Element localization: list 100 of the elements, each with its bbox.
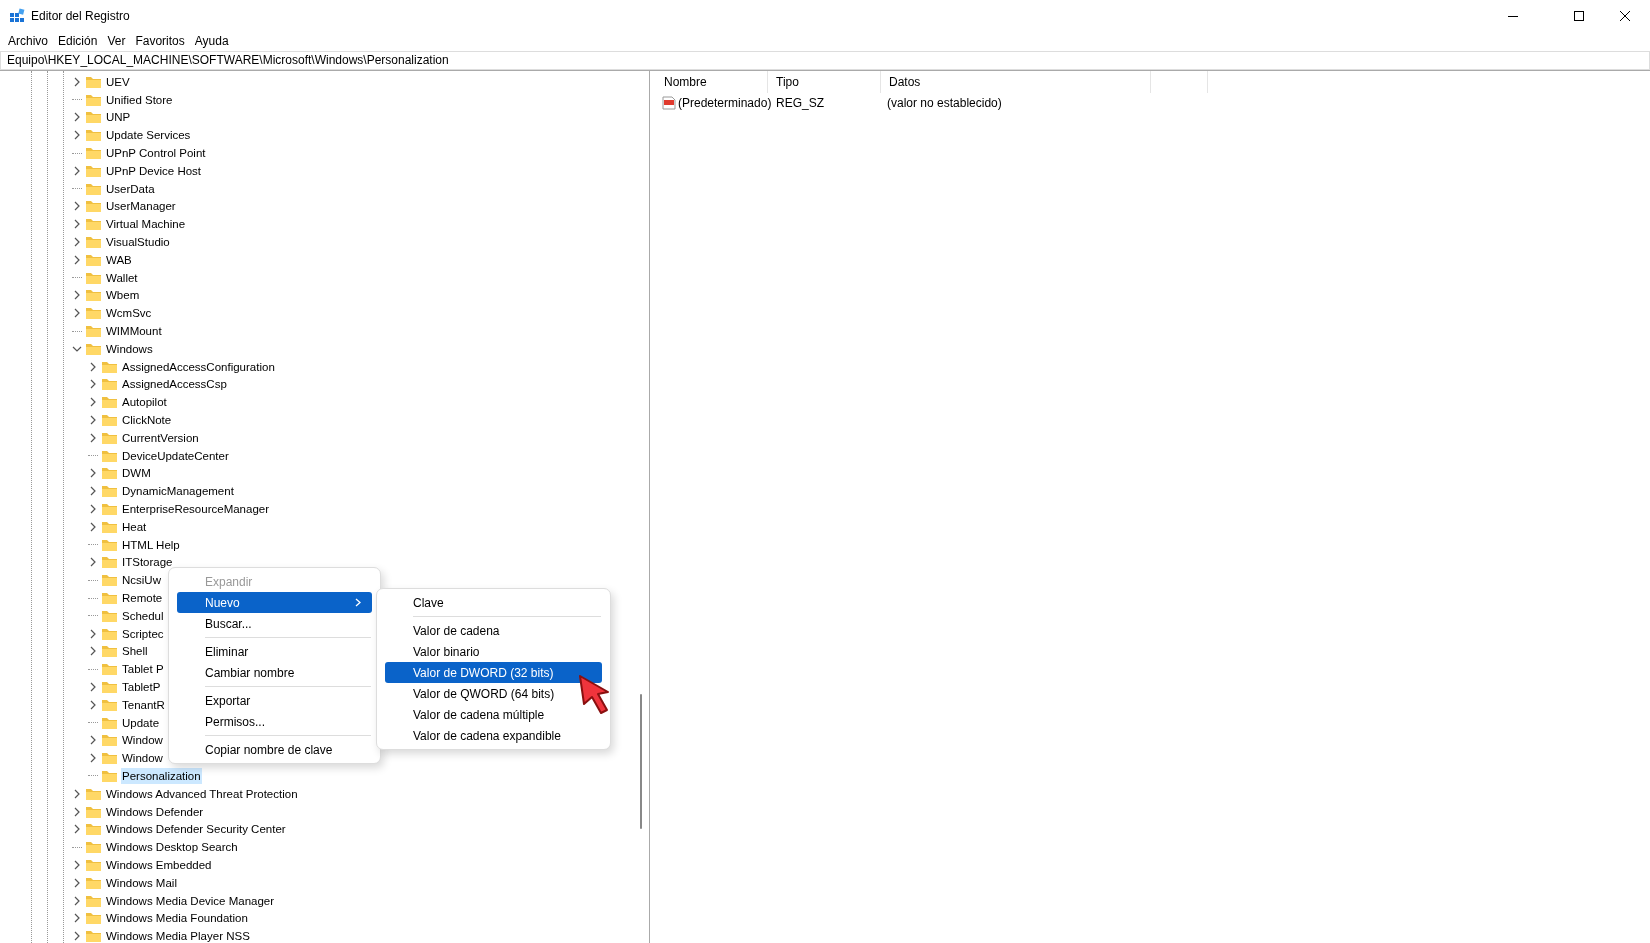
menu-item[interactable]: Valor de cadena expandible [385, 725, 602, 746]
tree-item[interactable]: UNP [105, 109, 132, 126]
tree-item[interactable]: UPnP Control Point [105, 145, 207, 162]
tree-item[interactable]: AssignedAccessConfiguration [121, 358, 276, 375]
tree-item[interactable]: Windows Media Device Manager [105, 892, 276, 909]
chevron-icon[interactable] [72, 806, 82, 817]
menu-item[interactable]: Valor binario [385, 641, 602, 662]
chevron-icon[interactable] [72, 931, 82, 942]
chevron-icon[interactable] [72, 290, 82, 301]
chevron-icon[interactable] [72, 201, 82, 212]
chevron-icon[interactable] [72, 859, 82, 870]
address-bar[interactable]: Equipo\HKEY_LOCAL_MACHINE\SOFTWARE\Microsoft\Windows\Personalization [0, 51, 1650, 70]
chevron-icon[interactable] [72, 219, 82, 230]
chevron-icon[interactable] [88, 628, 98, 639]
chevron-icon[interactable] [72, 237, 82, 248]
menu-item[interactable]: Valor de cadena [385, 620, 602, 641]
tree-item[interactable]: UserManager [105, 198, 177, 215]
menu-item[interactable]: Buscar... [177, 613, 372, 634]
chevron-icon[interactable] [88, 557, 98, 568]
tree-item[interactable]: UPnP Device Host [105, 162, 203, 179]
tree-item[interactable]: CurrentVersion [121, 429, 200, 446]
menu-item[interactable]: Ayuda [189, 31, 234, 51]
chevron-icon[interactable] [72, 913, 82, 924]
tree-item[interactable]: Update [121, 714, 161, 731]
tree-item[interactable]: WIMMount [105, 323, 163, 340]
chevron-icon[interactable] [88, 361, 98, 372]
menu-item[interactable]: Cambiar nombre [177, 662, 372, 683]
tree-item[interactable]: Windows Desktop Search [105, 839, 239, 856]
tree-item[interactable]: EnterpriseResourceManager [121, 501, 271, 517]
tree-item[interactable]: Window [121, 732, 164, 749]
tree-item[interactable]: UserData [105, 180, 156, 197]
tree-item[interactable]: Windows Embedded [105, 856, 213, 873]
tree-item[interactable]: ITStorage [121, 554, 174, 571]
chevron-icon[interactable] [72, 112, 82, 123]
menu-item[interactable]: Edición [53, 31, 103, 51]
chevron-icon[interactable] [72, 788, 82, 799]
chevron-icon[interactable] [72, 130, 82, 141]
column-header[interactable]: Nombre [656, 71, 768, 93]
chevron-icon[interactable] [88, 753, 98, 764]
tree-item[interactable]: Windows Mail [105, 874, 178, 891]
tree-item[interactable]: Schedul [121, 607, 165, 624]
tree-item[interactable]: Heat [121, 518, 148, 535]
tree-item[interactable]: TabletP [121, 679, 162, 695]
chevron-icon[interactable] [88, 735, 98, 746]
tree-item[interactable]: VisualStudio [105, 234, 171, 251]
menu-item[interactable]: Permisos... [177, 711, 372, 732]
menu-item[interactable]: Eliminar [177, 641, 372, 662]
chevron-icon[interactable] [88, 682, 98, 692]
tree-item[interactable]: Wallet [105, 269, 139, 286]
chevron-icon[interactable] [72, 895, 82, 906]
tree-item[interactable]: HTML Help [121, 536, 181, 553]
tree-item[interactable]: UEV [105, 73, 131, 90]
tree-item[interactable]: WAB [105, 251, 133, 268]
menu-item[interactable]: Ver [102, 31, 131, 51]
tree-item[interactable]: Windows Media Player NSS [105, 928, 251, 943]
chevron-icon[interactable] [88, 486, 98, 497]
tree-item[interactable]: DeviceUpdateCenter [121, 447, 230, 464]
chevron-icon[interactable] [88, 432, 98, 443]
tree-item[interactable]: WcmSvc [105, 305, 153, 322]
chevron-icon[interactable] [88, 504, 98, 514]
column-header[interactable]: Datos [881, 71, 1151, 93]
tree-item[interactable]: Wbem [105, 287, 141, 304]
tree-item[interactable]: TenantR [121, 696, 166, 713]
scrollbar-thumb[interactable] [640, 694, 642, 829]
tree-item[interactable]: Windows Advanced Threat Protection [105, 785, 299, 802]
tree-item[interactable]: Personalization [121, 767, 202, 784]
menu-item[interactable]: Archivo [3, 31, 53, 51]
chevron-icon[interactable] [88, 699, 98, 710]
chevron-icon[interactable] [88, 415, 98, 426]
tree-item[interactable]: Window [121, 750, 164, 767]
chevron-icon[interactable] [88, 468, 98, 479]
tree-item[interactable]: ClickNote [121, 412, 173, 429]
tree-item[interactable]: Update Services [105, 127, 192, 144]
tree-item[interactable]: Windows Media Foundation [105, 910, 249, 927]
tree-item[interactable]: AssignedAccessCsp [121, 376, 228, 393]
tree-item[interactable]: DWM [121, 465, 152, 482]
tree-item[interactable]: Virtual Machine [105, 216, 187, 233]
chevron-icon[interactable] [72, 877, 82, 888]
tree-item[interactable]: NcsiUw [121, 572, 162, 589]
chevron-icon[interactable] [88, 379, 98, 390]
column-header[interactable]: Tipo [768, 71, 881, 93]
chevron-icon[interactable] [72, 76, 82, 87]
menu-item[interactable]: Favoritos [130, 31, 190, 51]
tree-item[interactable]: Tablet P [121, 661, 165, 678]
menu-item[interactable]: Valor de DWORD (32 bits) [385, 662, 602, 683]
menu-item[interactable]: Nuevo [177, 592, 372, 613]
menu-item[interactable]: Clave [385, 592, 602, 613]
tree-item[interactable]: Autopilot [121, 394, 168, 411]
tree-item[interactable]: Windows Defender [105, 803, 205, 820]
menu-item[interactable]: Exportar [177, 690, 372, 711]
chevron-icon[interactable] [72, 824, 82, 835]
tree-item[interactable]: Unified Store [105, 91, 174, 108]
chevron-icon[interactable] [72, 254, 82, 265]
tree-item[interactable]: DynamicManagement [121, 483, 235, 500]
tree-item[interactable]: Windows Defender Security Center [105, 821, 287, 838]
chevron-icon[interactable] [72, 308, 82, 319]
menu-item[interactable]: Copiar nombre de clave [177, 739, 372, 760]
chevron-icon[interactable] [88, 397, 98, 408]
tree-item[interactable]: Windows [105, 340, 154, 357]
tree-item[interactable]: Shell [121, 643, 149, 660]
